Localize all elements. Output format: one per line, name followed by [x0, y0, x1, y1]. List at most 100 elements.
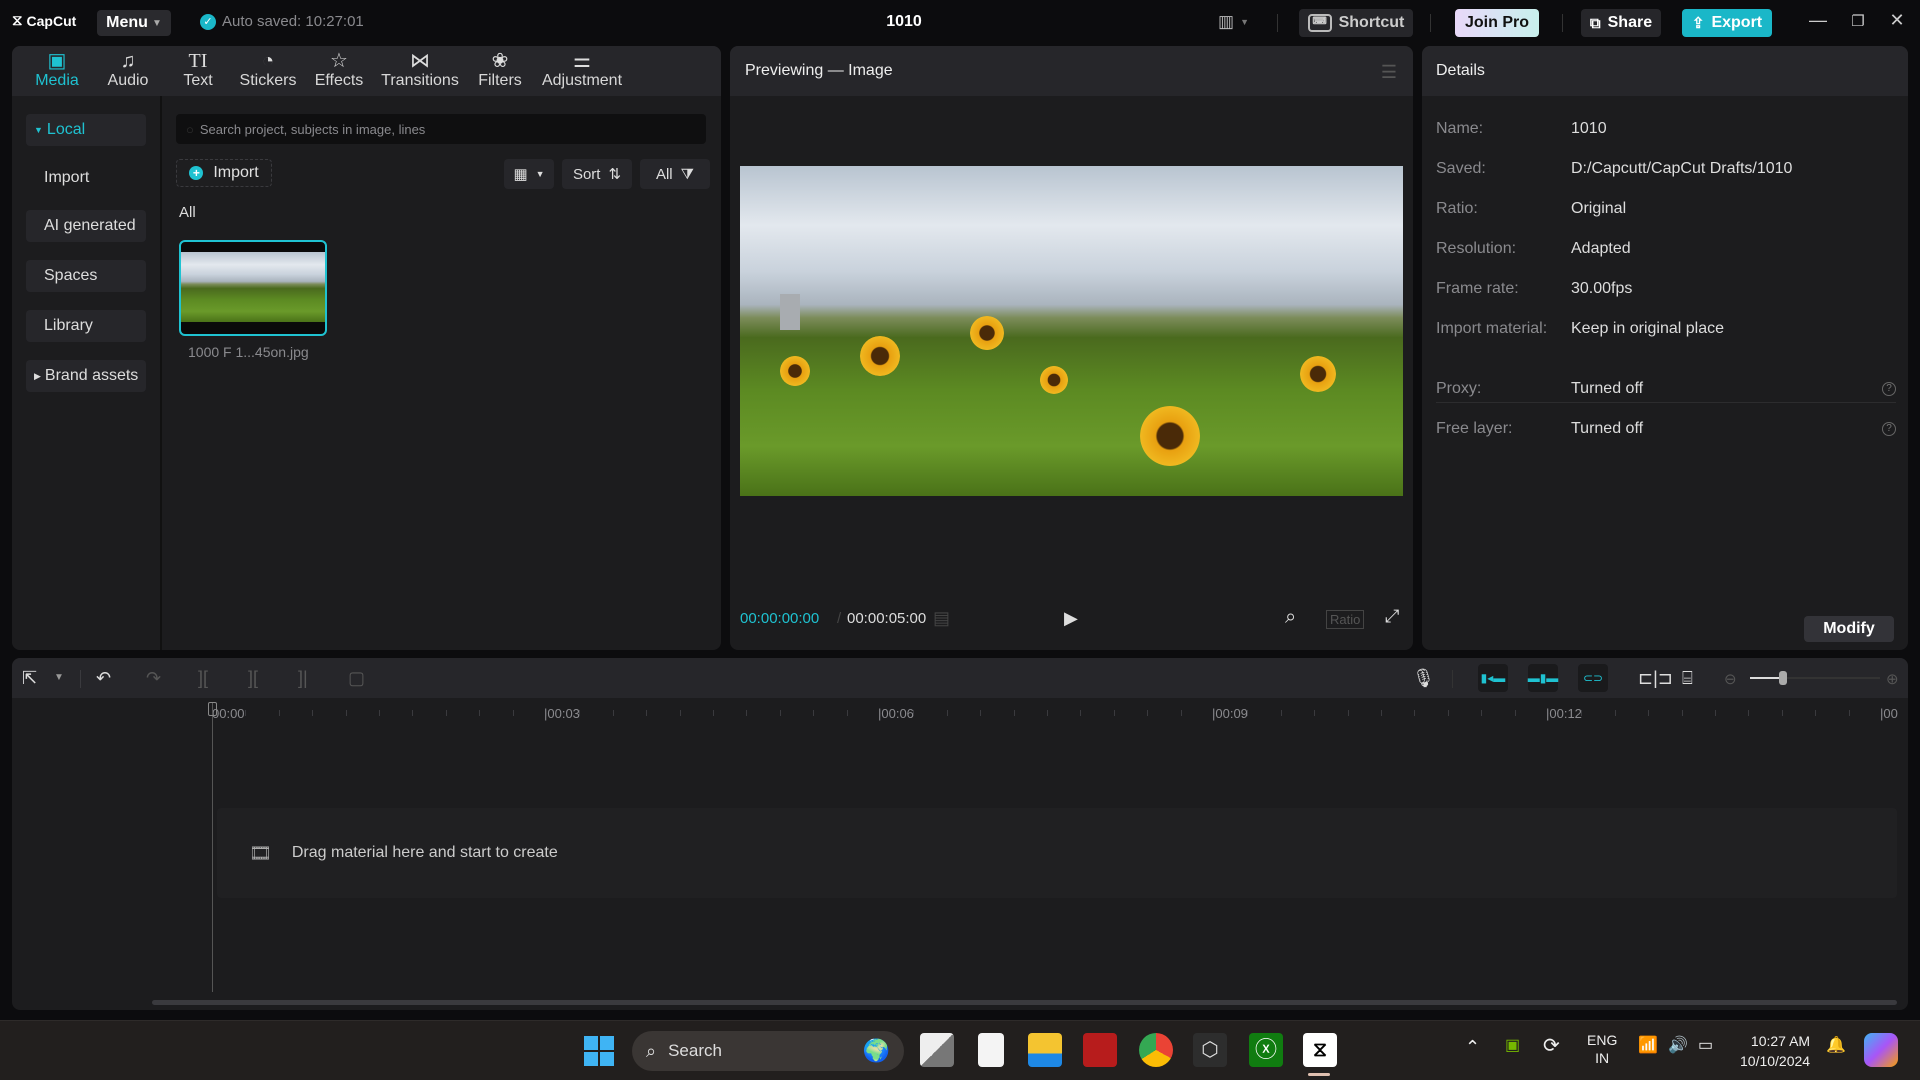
- export-button[interactable]: ⇪ Export: [1682, 9, 1772, 37]
- delete-icon[interactable]: ▢: [348, 668, 365, 689]
- filter-button[interactable]: All ⧩: [640, 159, 710, 189]
- shortcut-button[interactable]: ⌨ Shortcut: [1299, 9, 1413, 37]
- ruler-tick: [780, 710, 781, 716]
- import-button[interactable]: + Import: [176, 159, 272, 187]
- current-time: 00:00:00:00: [740, 610, 820, 627]
- preview-axis-icon[interactable]: ⊏|⊐: [1638, 668, 1673, 689]
- help-icon[interactable]: ?: [1882, 382, 1896, 396]
- sidebar-item-library[interactable]: Library: [26, 310, 146, 342]
- sidebar-item-import[interactable]: Import: [26, 162, 146, 194]
- msi-dragon-icon[interactable]: [1083, 1033, 1117, 1067]
- wifi-icon[interactable]: 📶: [1638, 1035, 1658, 1055]
- media-thumbnail[interactable]: [179, 240, 327, 336]
- share-button[interactable]: ⧉ Share: [1581, 9, 1661, 37]
- media-search-input[interactable]: ○ Search project, subjects in image, lin…: [176, 114, 706, 144]
- thumbnail-image: [181, 252, 325, 322]
- battery-icon[interactable]: ▭: [1698, 1035, 1713, 1055]
- sidebar-item-ai-generated[interactable]: AI generated: [26, 210, 146, 242]
- ruler-tick: [513, 710, 514, 716]
- notification-bell-icon[interactable]: 🔔: [1826, 1035, 1846, 1055]
- restore-button[interactable]: ❐: [1843, 12, 1873, 30]
- ruler-tick: [813, 710, 814, 716]
- tab-audio[interactable]: ♫ Audio: [92, 46, 164, 96]
- copilot-icon[interactable]: [1864, 1033, 1898, 1067]
- modify-button[interactable]: Modify: [1804, 616, 1894, 642]
- tab-media[interactable]: ▣ Media: [22, 46, 92, 96]
- share-icon: ⧉: [1589, 14, 1601, 32]
- ruler-tick: [446, 710, 447, 716]
- play-button[interactable]: ▶: [1064, 608, 1078, 629]
- redo-icon[interactable]: ↷: [146, 668, 161, 689]
- zoom-in-icon[interactable]: ⊕: [1886, 670, 1899, 688]
- ruler-tick: [1114, 710, 1115, 716]
- playhead[interactable]: [212, 702, 213, 992]
- fullscreen-icon[interactable]: ⤢: [1385, 606, 1399, 627]
- help-icon[interactable]: ?: [1882, 422, 1896, 436]
- file-explorer-icon[interactable]: [1028, 1033, 1062, 1067]
- select-tool-icon[interactable]: ⇱: [22, 668, 37, 689]
- timeline-ruler[interactable]: 00:00 |00:03 |00:06 |00:09 |00:12 |00: [12, 698, 1908, 728]
- chevron-down-icon[interactable]: ▼: [54, 672, 64, 683]
- volume-icon[interactable]: 🔊: [1668, 1035, 1688, 1055]
- auto-snap-button[interactable]: ▬▮▬: [1528, 664, 1558, 692]
- taskbar-search[interactable]: ⌕ Search 🌍: [632, 1031, 904, 1071]
- unity-icon[interactable]: ⬡: [1193, 1033, 1227, 1067]
- chrome-icon[interactable]: [1139, 1033, 1173, 1067]
- timeline-scrollbar[interactable]: [152, 1000, 1897, 1005]
- ruler-tick: [1548, 710, 1549, 716]
- microphone-icon[interactable]: 🎙: [1412, 668, 1435, 689]
- hamburger-menu-icon[interactable]: ☰: [1381, 62, 1397, 83]
- ruler-tick: [1715, 710, 1716, 716]
- nvidia-icon[interactable]: ▣: [1505, 1035, 1520, 1055]
- undo-icon[interactable]: ↶: [96, 668, 111, 689]
- zoom-out-icon[interactable]: ⊖: [1724, 670, 1737, 688]
- language-indicator[interactable]: ENG IN: [1587, 1031, 1617, 1067]
- zoom-fit-icon[interactable]: ⌕: [1285, 606, 1296, 629]
- task-view-icon[interactable]: [920, 1033, 954, 1067]
- detail-row: Proxy: Turned off?: [1436, 380, 1896, 398]
- sync-icon[interactable]: ⟳: [1543, 1033, 1560, 1058]
- view-mode-button[interactable]: ▦ ▼: [504, 159, 554, 189]
- ruler-tick: [1381, 710, 1382, 716]
- active-app-indicator: [1308, 1073, 1330, 1076]
- detail-value: 30.00fps: [1571, 280, 1633, 297]
- minimize-button[interactable]: —: [1803, 10, 1833, 31]
- sidebar-item-brand-assets[interactable]: ▶ Brand assets: [26, 360, 146, 392]
- notepad-icon[interactable]: [978, 1033, 1004, 1067]
- ruler-tick: [1481, 710, 1482, 716]
- title-bar: ⧖ CapCut Menu ▼ ✓ Auto saved: 10:27:01 1…: [0, 0, 1920, 44]
- playhead-handle[interactable]: [208, 702, 217, 716]
- trim-right-icon[interactable]: ]|: [298, 668, 308, 689]
- sidebar-item-local[interactable]: ▼ Local: [26, 114, 146, 146]
- windows-start-button[interactable]: [584, 1036, 614, 1066]
- frames-icon[interactable]: ▤: [933, 608, 950, 629]
- clock[interactable]: 10:27 AM 10/10/2024: [1740, 1031, 1810, 1071]
- capcut-taskbar-icon[interactable]: ⧖: [1303, 1033, 1337, 1067]
- detail-value: Keep in original place: [1571, 320, 1724, 337]
- taskbar-search-label: Search: [668, 1041, 722, 1060]
- preview-panel: Previewing — Image ☰ 00:00:00:00 / 00:00…: [730, 46, 1413, 650]
- chevron-up-icon[interactable]: ⌃: [1465, 1037, 1480, 1058]
- layout-button[interactable]: ▥ ▼: [1218, 12, 1249, 32]
- zoom-to-fit-icon[interactable]: ⌸: [1682, 668, 1693, 689]
- ruler-tick: [1147, 710, 1148, 716]
- sort-button[interactable]: Sort ⇅: [562, 159, 632, 189]
- sidebar-item-spaces[interactable]: Spaces: [26, 260, 146, 292]
- split-icon[interactable]: ][: [198, 668, 208, 689]
- join-pro-button[interactable]: Join Pro: [1455, 9, 1539, 37]
- trim-left-icon[interactable]: ][: [248, 668, 258, 689]
- detail-row: Saved: D:/Capcutt/CapCut Drafts/1010: [1436, 160, 1896, 178]
- zoom-slider[interactable]: [1750, 671, 1880, 685]
- layout-icon: ▥: [1218, 12, 1235, 31]
- main-track-magnet-button[interactable]: ▮◂▬: [1478, 664, 1508, 692]
- details-title: Details: [1436, 62, 1485, 79]
- linkage-button[interactable]: ⊂⊃: [1578, 664, 1608, 692]
- zoom-slider-handle[interactable]: [1778, 671, 1787, 685]
- ratio-button[interactable]: Ratio: [1326, 610, 1365, 629]
- details-panel: Details Name: 1010 Saved: D:/Capcutt/CapCu…: [1422, 46, 1908, 650]
- ruler-tick: [245, 710, 246, 716]
- close-button[interactable]: ✕: [1882, 10, 1912, 31]
- xbox-icon[interactable]: ⓧ: [1249, 1033, 1283, 1067]
- timeline-drop-zone[interactable]: 🎞 Drag material here and start to create: [217, 808, 1897, 898]
- filter-label: All: [655, 165, 673, 183]
